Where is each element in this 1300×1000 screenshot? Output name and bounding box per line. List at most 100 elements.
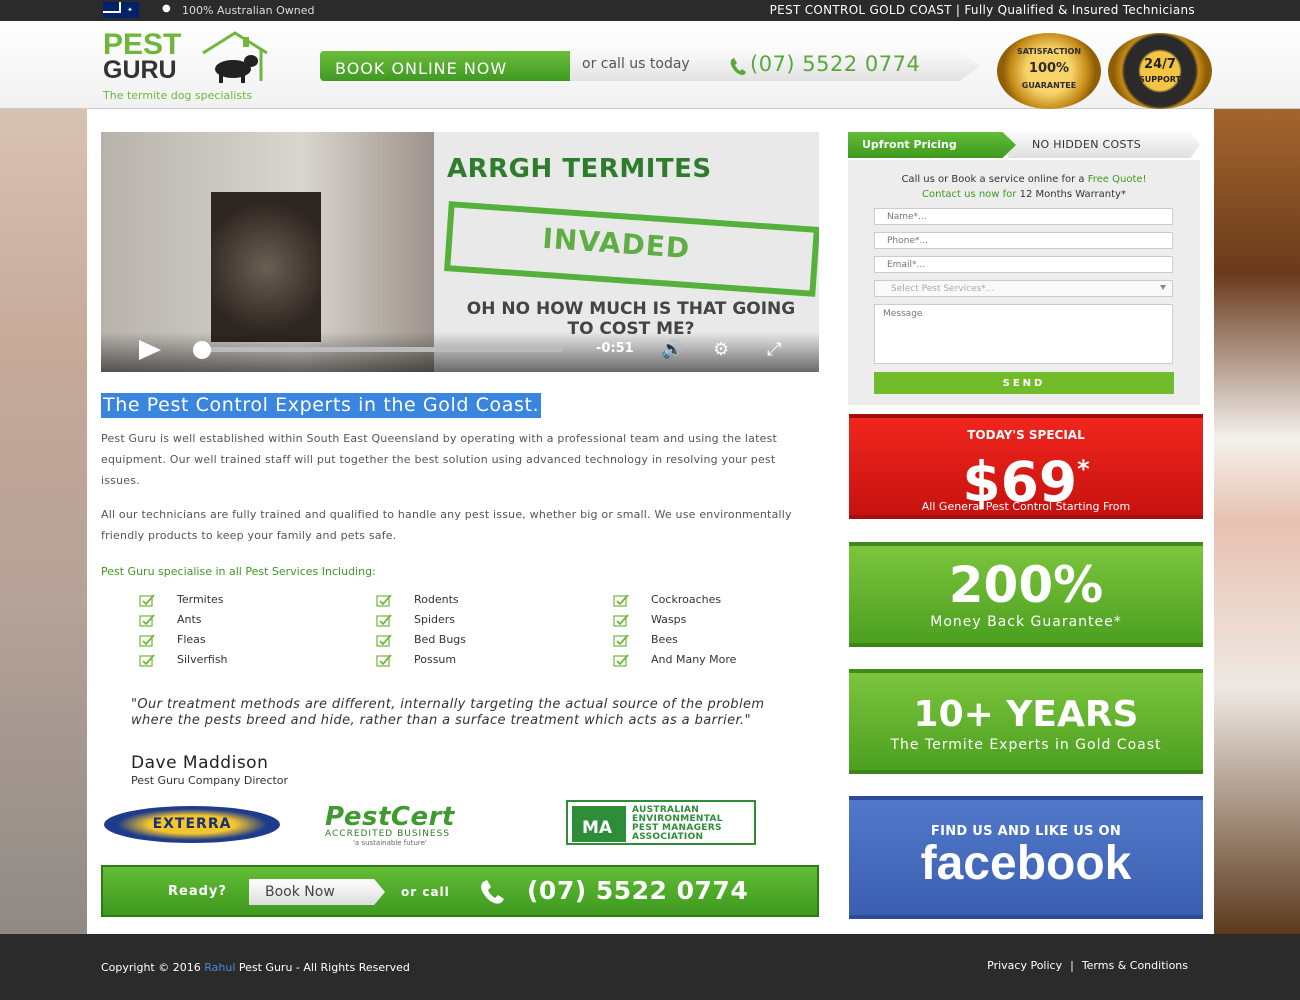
pest-services-select[interactable]: Select Pest Services*... — [874, 280, 1173, 297]
settings-gear-icon[interactable]: ⚙ — [713, 340, 729, 360]
service-item: Ants — [177, 613, 202, 626]
pestcert-logo-text: PestCert — [325, 802, 455, 832]
service-item: Rodents — [414, 593, 459, 606]
service-item: Fleas — [177, 633, 206, 646]
logo-word-pest: PEST — [103, 28, 182, 61]
video-controls: -0:51 🔊 ⚙ ⤢ — [101, 332, 819, 372]
fullscreen-icon[interactable]: ⤢ — [767, 340, 781, 360]
australian-owned-text: 100% Australian Owned — [182, 4, 315, 17]
invaded-stamp: INVADED — [444, 201, 819, 297]
book-online-button[interactable]: BOOK ONLINE NOW — [320, 51, 570, 81]
service-item: Bed Bugs — [414, 633, 467, 646]
page-headline: The Pest Control Experts in the Gold Coa… — [101, 393, 542, 418]
chevron-down-icon — [1160, 285, 1166, 290]
warranty-text: 12 Months Warranty* — [1019, 189, 1126, 200]
top-bar: ✦ ● 100% Australian Owned PEST CONTROL G… — [0, 0, 1300, 21]
australian-flag-icon: ✦ — [103, 2, 139, 18]
check-icon — [376, 594, 392, 607]
pestcert-logo: PestCert ACCREDITED BUSINESS 'a sustaina… — [323, 802, 518, 847]
badge-satisfaction-percent: 100% — [1028, 61, 1070, 76]
pestcert-tagline: 'a sustainable future' — [353, 839, 427, 847]
check-icon — [376, 634, 392, 647]
tab-no-hidden-costs: NO HIDDEN COSTS — [1008, 132, 1200, 158]
free-quote-link[interactable]: Free Quote! — [1088, 174, 1147, 185]
years-experience-promo[interactable]: 10+ YEARS The Termite Experts in Gold Co… — [849, 669, 1203, 774]
money-back-guarantee-promo[interactable]: 200% Money Back Guarantee* — [849, 542, 1203, 647]
video-player[interactable]: ARRGH TERMITES INVADED OH NO HOW MUCH IS… — [101, 132, 819, 372]
footer: Copyright © 2016 Rahul Pest Guru - All R… — [0, 934, 1300, 1000]
send-button[interactable]: SEND — [874, 372, 1174, 394]
phone-icon — [730, 58, 746, 75]
call-us-bar: or call us today (07) 5522 0774 — [570, 51, 980, 81]
cta-ready-text: Ready? — [168, 884, 227, 899]
special-price-asterisk: * — [1077, 455, 1090, 483]
author-link[interactable]: Rahul — [204, 961, 235, 974]
guarantee-subtitle: Money Back Guarantee* — [930, 614, 1122, 630]
years-headline: 10+ YEARS — [913, 694, 1139, 735]
logo-word-guru: GURU — [103, 56, 177, 84]
booking-bar: BOOK ONLINE NOW or call us today (07) 55… — [320, 51, 980, 81]
check-icon — [139, 634, 155, 647]
service-item: And Many More — [651, 653, 737, 666]
service-item: Silverfish — [177, 653, 228, 666]
technicians-paragraph: All our technicians are fully trained an… — [101, 508, 792, 542]
call-us-text: or call us today — [582, 56, 690, 72]
check-icon — [613, 634, 629, 647]
exterra-logo: EXTERRA — [104, 806, 280, 843]
aepma-text: AUSTRALIAN ENVIRONMENTAL PEST MANAGERS A… — [632, 806, 723, 842]
quote-author-title: Pest Guru Company Director — [131, 774, 289, 787]
years-subtitle: The Termite Experts in Gold Coast — [890, 737, 1162, 753]
privacy-policy-link[interactable]: Privacy Policy — [987, 959, 1062, 972]
copyright-text: Copyright © 2016 — [101, 961, 205, 974]
badge-support-hours: 24/7 — [1144, 57, 1176, 72]
pricing-tabs: NO HIDDEN COSTS Upfront Pricing — [848, 132, 1200, 158]
check-icon — [613, 614, 629, 627]
service-item: Possum — [414, 653, 457, 666]
bullet-icon: ● — [162, 3, 171, 14]
cta-phone-number[interactable]: (07) 5522 0774 — [527, 876, 748, 905]
cta-or-call-text: or call — [401, 885, 450, 899]
volume-icon[interactable]: 🔊 — [661, 340, 683, 360]
pestcert-subtitle: ACCREDITED BUSINESS — [325, 829, 451, 839]
topbar-separator: | — [955, 3, 961, 17]
name-field[interactable] — [874, 208, 1173, 225]
check-icon — [613, 654, 629, 667]
facebook-logo: facebook — [920, 837, 1132, 890]
video-time: -0:51 — [596, 341, 634, 356]
aepma-line: ASSOCIATION — [632, 832, 704, 842]
service-item: Spiders — [414, 613, 456, 626]
form-intro-line2: Contact us now for 12 Months Warranty* — [848, 189, 1200, 200]
form-intro-text: Call us or Book a service online for a — [901, 174, 1088, 185]
topbar-tagline: PEST CONTROL GOLD COAST | Fully Qualifie… — [770, 3, 1195, 17]
aepma-mark: MA — [572, 806, 626, 842]
termite-damage-hole — [211, 192, 321, 342]
phone-field[interactable] — [874, 232, 1173, 249]
pest-guru-logo[interactable]: PEST GURU The termite dog specialists — [103, 28, 278, 106]
facebook-promo[interactable]: FIND US AND LIKE US ON facebook — [849, 796, 1203, 919]
service-item: Wasps — [651, 613, 687, 626]
quote-author: Dave Maddison — [131, 753, 269, 773]
background-right — [1214, 109, 1300, 934]
badge-satisfaction-top: SATISFACTION — [1016, 47, 1082, 56]
play-icon[interactable] — [139, 340, 161, 360]
seek-handle[interactable] — [193, 341, 211, 359]
aepma-logo: MA AUSTRALIAN ENVIRONMENTAL PEST MANAGER… — [566, 800, 756, 845]
todays-special-promo[interactable]: TODAY'S SPECIAL $69* All General Pest Co… — [849, 414, 1203, 519]
check-icon — [376, 654, 392, 667]
badge-satisfaction-bottom: GUARANTEE — [1021, 81, 1077, 90]
email-field[interactable] — [874, 256, 1173, 273]
support-badge: 24/7 SUPPORT — [1108, 33, 1212, 109]
topbar-pest-control: PEST CONTROL GOLD COAST — [769, 3, 952, 17]
message-field[interactable] — [874, 304, 1173, 364]
director-quote: "Our treatment methods are different, in… — [131, 697, 765, 728]
video-seek-bar[interactable] — [193, 347, 563, 352]
satisfaction-guarantee-badge: SATISFACTION 100% GUARANTEE — [997, 33, 1101, 109]
contact-us-link[interactable]: Contact us now for — [922, 189, 1020, 200]
check-icon — [376, 614, 392, 627]
terms-link[interactable]: Terms & Conditions — [1082, 959, 1188, 972]
header-phone-number[interactable]: (07) 5522 0774 — [750, 52, 920, 76]
guarantee-percent: 200% — [948, 556, 1104, 614]
book-now-button[interactable]: Book Now — [249, 879, 385, 905]
copyright: Copyright © 2016 Rahul Pest Guru - All R… — [101, 961, 410, 974]
house-dog-icon — [202, 31, 268, 83]
